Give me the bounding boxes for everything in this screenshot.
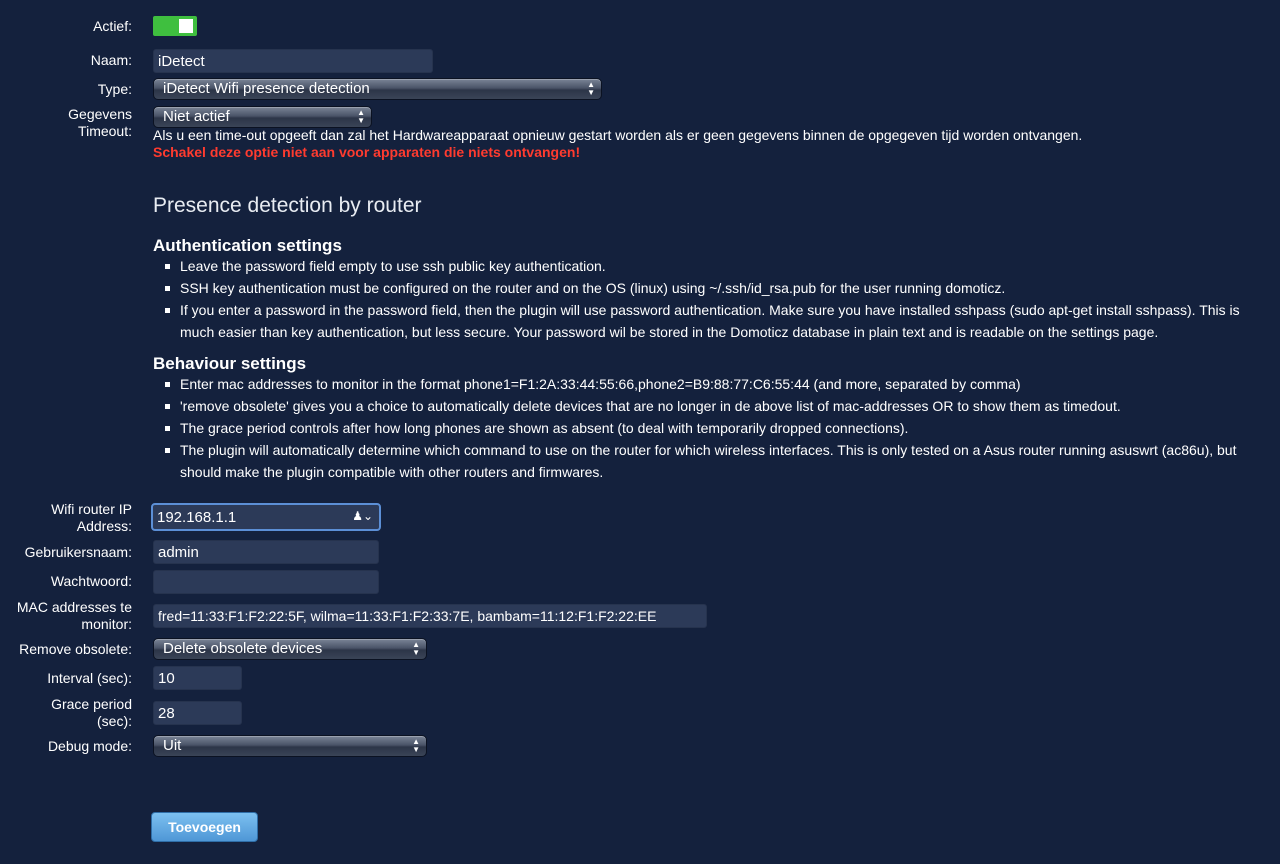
type-label: Type:	[97, 81, 132, 97]
add-button-label: Toevoegen	[168, 819, 241, 835]
ip-input[interactable]	[155, 506, 339, 528]
password-input[interactable]	[153, 570, 379, 594]
ip-label-line1: Wifi router IP	[51, 501, 132, 517]
list-item: Enter mac addresses to monitor in the fo…	[153, 373, 1263, 395]
list-item: The grace period controls after how long…	[153, 417, 1263, 439]
ip-label: Wifi router IP Address:	[51, 501, 132, 535]
timeout-label-line1: Gegevens	[68, 106, 132, 122]
grace-period-input[interactable]	[153, 701, 242, 725]
behaviour-list: Enter mac addresses to monitor in the fo…	[153, 373, 1263, 483]
hardware-form: Actief: Naam: Type: iDetect Wifi presenc…	[0, 0, 1280, 864]
select-arrows-icon: ▲ ▼	[412, 737, 420, 754]
select-arrows-icon: ▲ ▼	[357, 108, 365, 125]
ip-label-line2: Address:	[76, 518, 132, 534]
timeout-label: Gegevens Timeout:	[68, 106, 132, 140]
name-label: Naam:	[90, 52, 132, 68]
password-label: Wachtwoord:	[50, 573, 132, 589]
grace-label-line2: (sec):	[97, 713, 132, 729]
grace-label: Grace period (sec):	[51, 696, 132, 730]
timeout-help-text: Als u een time-out opgeeft dan zal het H…	[153, 127, 1083, 143]
interval-input[interactable]	[153, 666, 242, 690]
ip-field[interactable]: ♟⌄	[151, 503, 381, 531]
timeout-label-line2: Timeout:	[78, 123, 132, 139]
type-select-value: iDetect Wifi presence detection	[163, 80, 370, 97]
remove-label: Remove obsolete:	[19, 641, 132, 657]
timeout-select[interactable]: Niet actief ▲ ▼	[153, 106, 372, 128]
user-label: Gebruikersnaam:	[24, 544, 132, 560]
remove-obsolete-select[interactable]: Delete obsolete devices ▲ ▼	[153, 638, 427, 660]
list-item: If you enter a password in the password …	[153, 299, 1263, 343]
timeout-warning-text: Schakel deze optie niet aan voor apparat…	[153, 144, 581, 160]
username-input[interactable]	[153, 540, 379, 564]
type-select[interactable]: iDetect Wifi presence detection ▲ ▼	[153, 78, 602, 100]
mac-label-line1: MAC addresses te	[16, 599, 132, 615]
remove-obsolete-value: Delete obsolete devices	[163, 640, 323, 657]
mac-label: MAC addresses te monitor:	[17, 599, 132, 633]
list-item: 'remove obsolete' gives you a choice to …	[153, 395, 1263, 417]
debug-select[interactable]: Uit ▲ ▼	[153, 735, 427, 757]
plugin-title: Presence detection by router	[153, 194, 422, 217]
autofill-contact-icon[interactable]: ♟⌄	[352, 509, 373, 523]
list-item: The plugin will automatically determine …	[153, 439, 1263, 483]
active-toggle[interactable]	[153, 16, 197, 36]
select-arrows-icon: ▲ ▼	[587, 80, 595, 97]
select-arrows-icon: ▲ ▼	[412, 640, 420, 657]
auth-heading: Authentication settings	[153, 236, 342, 255]
interval-label: Interval (sec):	[47, 670, 132, 686]
name-input[interactable]	[153, 49, 433, 73]
auth-list: Leave the password field empty to use ss…	[153, 255, 1263, 343]
mac-label-line2: monitor:	[81, 616, 132, 632]
list-item: SSH key authentication must be configure…	[153, 277, 1263, 299]
debug-label: Debug mode:	[47, 738, 132, 754]
list-item: Leave the password field empty to use ss…	[153, 255, 1263, 277]
mac-addresses-input[interactable]	[153, 604, 707, 628]
timeout-select-value: Niet actief	[163, 108, 230, 125]
add-button[interactable]: Toevoegen	[151, 812, 258, 842]
active-label: Actief:	[93, 18, 132, 34]
grace-label-line1: Grace period	[51, 696, 132, 712]
toggle-knob	[179, 19, 193, 33]
debug-select-value: Uit	[163, 737, 182, 754]
behaviour-heading: Behaviour settings	[153, 354, 307, 373]
